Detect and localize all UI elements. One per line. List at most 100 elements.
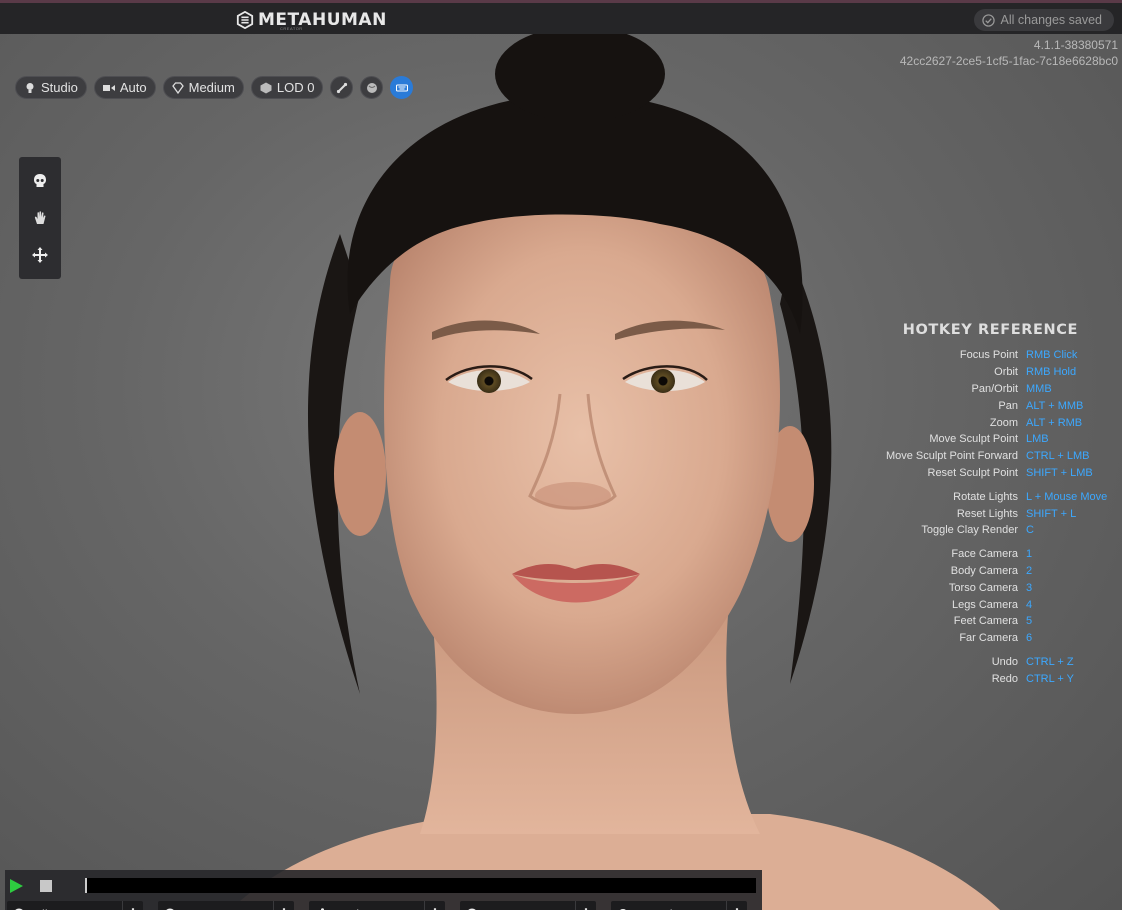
session-id: 42cc2627-2ce5-1cf5-1fac-7c18e6628bc0 — [899, 54, 1118, 68]
clip-options-button[interactable]: ⋮ — [726, 901, 747, 910]
hotkey-binding: 3 — [1026, 581, 1033, 594]
hotkey-row: Move Sculpt Point LMB — [856, 431, 1116, 448]
hotkey-row: Face Camera 1 — [856, 546, 1116, 563]
hotkey-action: Move Sculpt Point Forward — [885, 450, 1018, 463]
hand-sculpt-icon[interactable] — [31, 209, 49, 227]
hotkey-action: Toggle Clay Render — [921, 524, 1018, 537]
hotkey-row: Pan ALT + MMB — [856, 397, 1116, 414]
logo-subtitle: CREATOR — [280, 26, 303, 31]
hotkey-action: Legs Camera — [951, 598, 1018, 611]
hotkey-row: Body Camera 2 — [856, 563, 1116, 580]
hotkey-group: Focus Point RMB Click Orbit RMB Hold Pan/Orb… — [856, 347, 1116, 481]
hotkey-row: Legs Camera 4 — [856, 596, 1116, 613]
hotkey-action: Pan/Orbit — [971, 382, 1018, 395]
clip-options-button[interactable]: ⋮ — [122, 901, 143, 910]
hotkey-binding: 5 — [1026, 615, 1033, 628]
lighting-button[interactable]: Studio — [15, 76, 87, 99]
hotkey-binding: ALT + RMB — [1026, 416, 1083, 429]
clip-options-button[interactable]: ⋮ — [424, 901, 445, 910]
clip-options-button[interactable]: ⋮ — [273, 901, 294, 910]
clay-sphere-icon — [366, 82, 377, 93]
skull-icon[interactable] — [31, 172, 49, 190]
hotkey-row: Pan/Orbit MMB — [856, 381, 1116, 398]
check-circle-icon — [981, 13, 995, 27]
hotkey-action: Body Camera — [950, 564, 1018, 577]
animation-bar: Idle ⋮ Face ROM ⋮ Body ROM ⋮ Happy A ⋮ Surprise ⋮ — [5, 870, 762, 910]
hotkey-action: Undo — [991, 655, 1018, 668]
hotkey-binding: MMB — [1026, 382, 1052, 395]
animation-timeline-scrubber[interactable] — [85, 878, 756, 893]
animation-clip-happy-a[interactable]: Happy A ⋮ — [460, 901, 596, 910]
diamond-icon — [171, 81, 184, 94]
hotkey-row: Torso Camera 3 — [856, 579, 1116, 596]
hotkey-action: Orbit — [994, 366, 1018, 379]
animation-clip-list: Idle ⋮ Face ROM ⋮ Body ROM ⋮ Happy A ⋮ Surprise ⋮ — [7, 901, 747, 910]
hotkey-binding: RMB Click — [1026, 349, 1078, 362]
clip-label: Happy A — [487, 907, 536, 910]
hotkey-row: Orbit RMB Hold — [856, 364, 1116, 381]
animation-clip-body-rom[interactable]: Body ROM ⋮ — [309, 901, 445, 910]
hotkey-action: Move Sculpt Point — [929, 433, 1018, 446]
hotkey-row: Rotate Lights L + Mouse Move — [856, 488, 1116, 505]
clip-label: Idle — [34, 907, 55, 910]
animation-clip-face-rom[interactable]: Face ROM ⋮ — [158, 901, 294, 910]
3d-viewport[interactable]: Studio Auto Medium LOD 0 HOTKEY REFERENC… — [0, 34, 1122, 910]
clip-label: Body ROM — [336, 907, 400, 910]
hotkey-reference-toggle-button[interactable] — [390, 76, 414, 99]
hotkey-action: Reset Lights — [956, 507, 1018, 520]
hotkey-row: Undo CTRL + Z — [856, 654, 1116, 671]
hotkey-row: Focus Point RMB Click — [856, 347, 1116, 364]
hotkey-row: Reset Sculpt Point SHIFT + LMB — [856, 465, 1116, 482]
hotkey-action: Far Camera — [959, 632, 1018, 645]
hotkey-action: Zoom — [989, 416, 1018, 429]
clip-options-button[interactable]: ⋮ — [575, 901, 596, 910]
metahuman-logo-icon — [236, 11, 254, 29]
hotkey-binding: C — [1026, 524, 1034, 537]
hotkey-binding: LMB — [1026, 433, 1049, 446]
quality-label: Medium — [188, 80, 235, 95]
bone-toggle-button[interactable] — [330, 76, 354, 99]
metahuman-logo: METAHUMAN CREATOR — [236, 9, 387, 31]
animation-clip-idle[interactable]: Idle ⋮ — [7, 901, 143, 910]
hotkey-row: Toggle Clay Render C — [856, 522, 1116, 539]
clay-render-toggle-button[interactable] — [360, 76, 384, 99]
camera-button[interactable]: Auto — [93, 76, 156, 99]
clip-label: Face ROM — [185, 907, 248, 910]
hotkey-binding: L + Mouse Move — [1026, 490, 1108, 503]
hotkey-row: Far Camera 6 — [856, 630, 1116, 647]
hotkey-group: Face Camera 1 Body Camera 2 Torso Camera 3 Leg… — [856, 546, 1116, 647]
hotkey-row: Feet Camera 5 — [856, 613, 1116, 630]
hotkey-action: Feet Camera — [953, 615, 1018, 628]
hotkey-group: Rotate Lights L + Mouse Move Reset Lights S… — [856, 488, 1116, 538]
hotkey-row: Reset Lights SHIFT + L — [856, 505, 1116, 522]
hotkey-row: Zoom ALT + RMB — [856, 414, 1116, 431]
stop-button[interactable] — [40, 880, 52, 892]
hotkey-action: Focus Point — [959, 349, 1018, 362]
hotkey-binding: RMB Hold — [1026, 366, 1077, 379]
lod-button[interactable]: LOD 0 — [250, 76, 324, 99]
hotkey-binding: CTRL + Z — [1026, 655, 1074, 668]
hotkey-reference-panel: HOTKEY REFERENCE Focus Point RMB Click Orb… — [856, 322, 1116, 694]
play-button[interactable] — [9, 879, 23, 893]
hotkey-binding: 4 — [1026, 598, 1033, 611]
video-camera-icon — [102, 84, 115, 91]
clip-label: Surprise — [638, 907, 686, 910]
animation-clip-surprise[interactable]: Surprise ⋮ — [611, 901, 747, 910]
hotkey-action: Face Camera — [951, 548, 1018, 561]
hotkey-binding: CTRL + Y — [1026, 672, 1074, 685]
viewport-toolbar: Studio Auto Medium LOD 0 — [15, 76, 414, 99]
hotkey-action: Redo — [991, 672, 1018, 685]
hotkey-action: Torso Camera — [948, 581, 1018, 594]
hotkey-action: Pan — [998, 399, 1018, 412]
hotkey-binding: 2 — [1026, 564, 1033, 577]
hotkey-row: Move Sculpt Point Forward CTRL + LMB — [856, 448, 1116, 465]
hotkey-groups: Focus Point RMB Click Orbit RMB Hold Pan/Orb… — [856, 347, 1116, 687]
version-number: 4.1.1-38380571 — [1033, 38, 1118, 52]
keyboard-icon — [395, 83, 408, 92]
hotkey-binding: 1 — [1026, 548, 1033, 561]
hotkey-binding: 6 — [1026, 632, 1033, 645]
lod-label: LOD 0 — [276, 80, 315, 95]
quality-button[interactable]: Medium — [162, 76, 244, 99]
top-bar: METAHUMAN CREATOR All changes saved — [0, 0, 1122, 34]
move-arrows-icon[interactable] — [31, 246, 49, 264]
